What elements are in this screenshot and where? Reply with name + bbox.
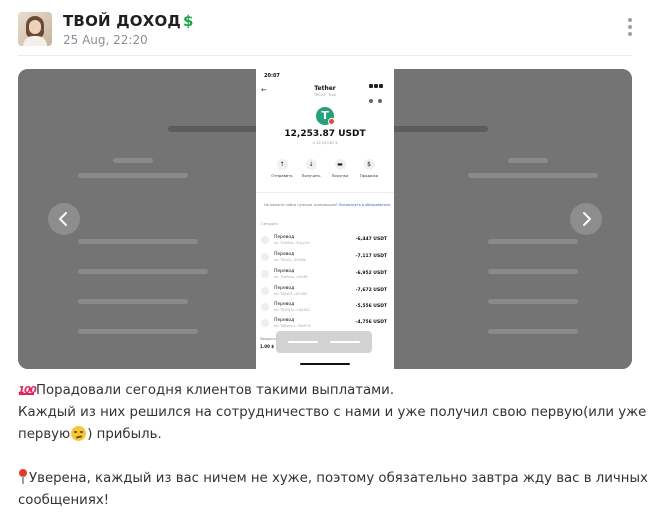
wallet-balance-fiat: ≈ 12,253.87 $: [312, 141, 338, 145]
transaction-label: Перевод: [274, 235, 295, 240]
transaction-address: на: TRvE93u...Hk4XZ2: [274, 308, 310, 312]
pushpin-icon: [18, 469, 28, 484]
transfer-icon: [261, 287, 269, 295]
transfer-icon: [261, 236, 269, 244]
transaction-amount: -5,556 USDT: [355, 304, 387, 309]
transfer-icon: [261, 270, 269, 278]
transaction-row: Перевод на: TRvE93u...Hk4XZ2 -5,556 USDT: [261, 302, 389, 316]
text-line-3-end: ) прибыль.: [87, 427, 162, 442]
phone-status-time: 20:07: [264, 73, 280, 79]
transaction-label: Перевод: [274, 252, 295, 257]
post-header: ТВОЙ ДОХОД $ 25 Aug, 22:20: [18, 12, 638, 50]
bottom-value: 1.00 $: [260, 344, 275, 349]
transaction-address: на: TFw9mq...Jn4hKE: [274, 275, 308, 279]
phone-status-icons: [368, 73, 386, 88]
send-label: Отправить: [271, 173, 293, 178]
transaction-amount: -6,447 USDT: [355, 237, 387, 242]
explorer-note-text: Не можете найти нужную транзакцию?: [264, 203, 338, 207]
send-action: ↑ Отправить: [268, 159, 296, 178]
text-spacer: [18, 446, 638, 468]
bottom-label: Закрыть: [260, 337, 277, 341]
text-line-3-start: первую: [18, 427, 71, 442]
wallet-balance: 12,253.87 USDT: [284, 129, 366, 139]
transaction-row: Перевод на: TFw9mq...Jn4hKE -6,952 USDT: [261, 269, 389, 283]
text-line-4: Уверена, каждый из вас ничем не хуже, по…: [18, 468, 648, 490]
wallet-subtitle: TRC20 · Tron: [314, 93, 336, 97]
arrow-up-icon: ↑: [276, 159, 288, 170]
text-line-5: сообщениях!: [18, 493, 110, 508]
transaction-row: Перевод на: TLtX9vd...5Qyv2m -6,447 USDT: [261, 235, 389, 249]
home-indicator: [300, 363, 350, 365]
previous-image-button[interactable]: [48, 203, 80, 235]
buy-action: ▬ Покупка: [326, 159, 354, 178]
transaction-address: на: TD4zE9...aPr2BG: [274, 292, 308, 296]
receive-action: ↓ Получить: [297, 159, 325, 178]
wallet-screenshot: 20:07 ← Tether TRC20 · Tron T 12,253.87 …: [256, 69, 394, 369]
transaction-amount: -4,756 USDT: [355, 320, 387, 325]
buy-label: Покупка: [331, 173, 349, 178]
chevron-left-icon: [59, 212, 67, 226]
transfer-icon: [261, 319, 269, 327]
smirk-face-icon: [71, 426, 87, 441]
transfer-icon: [261, 253, 269, 261]
transaction-address: на: TK8vmnu...ReNP7K: [274, 324, 311, 328]
dollar-icon: $: [182, 12, 194, 30]
transaction-row: Перевод на: TK8vmnu...ReNP7K -4,756 USDT: [261, 318, 389, 332]
text-line-1-content: Порадовали сегодня клиентов такими выпла…: [36, 383, 395, 398]
phone-divider: [256, 192, 394, 193]
text-line-4-content: Уверена, каждый из вас ничем не хуже, по…: [29, 471, 648, 486]
transfer-icon: [261, 303, 269, 311]
tron-badge-icon: [328, 118, 335, 125]
transaction-row: Перевод на: TD4zE9...aPr2BG -7,672 USDT: [261, 286, 389, 300]
text-line-2: Каждый из них решился на сотрудничество …: [18, 405, 651, 420]
sell-action: $ Продажа: [355, 159, 383, 178]
sell-label: Продажа: [359, 173, 379, 178]
explorer-link: Посмотреть в обозревателе: [338, 203, 391, 207]
transaction-label: Перевод: [274, 302, 295, 307]
transaction-address: на: TLtX9vd...5Qyv2m: [274, 241, 310, 245]
channel-post: ТВОЙ ДОХОД $ 25 Aug, 22:20 20:07 ← Tether: [0, 0, 651, 528]
header-divider: [18, 55, 632, 56]
wallet-actions: ↑ Отправить ↓ Получить ▬ Покупка $ Прода…: [266, 159, 384, 185]
dollar-circle-icon: $: [363, 159, 375, 170]
transaction-address: на: TRvy2j...8YzKAb: [274, 258, 306, 262]
chevron-right-icon: [583, 212, 591, 226]
hundred-points-icon: 100: [18, 385, 37, 396]
post-timestamp: 25 Aug, 22:20: [63, 33, 148, 47]
arrow-down-icon: ↓: [305, 159, 317, 170]
transaction-row: Перевод на: TRvy2j...8YzKAb -7,117 USDT: [261, 252, 389, 266]
text-line-3: первую ) прибыль.: [18, 424, 638, 446]
gallery-page-indicator: [276, 331, 372, 353]
more-options-icon[interactable]: [626, 18, 634, 40]
post-image-gallery[interactable]: 20:07 ← Tether TRC20 · Tron T 12,253.87 …: [18, 69, 632, 369]
transaction-amount: -7,672 USDT: [355, 288, 387, 293]
transaction-amount: -7,117 USDT: [355, 254, 387, 259]
next-image-button[interactable]: [570, 203, 602, 235]
receive-label: Получить: [301, 173, 321, 178]
explorer-note: Не можете найти нужную транзакцию? Посмо…: [264, 203, 391, 207]
channel-title[interactable]: ТВОЙ ДОХОД $: [63, 12, 194, 30]
transaction-label: Перевод: [274, 269, 295, 274]
post-text: 100 Порадовали сегодня клиентов такими вы…: [18, 380, 651, 512]
channel-avatar[interactable]: [18, 12, 52, 46]
card-icon: ▬: [334, 159, 346, 170]
transaction-amount: -6,952 USDT: [355, 271, 387, 276]
transaction-label: Перевод: [274, 286, 295, 291]
transaction-label: Перевод: [274, 318, 295, 323]
wallet-header-icons: [364, 88, 386, 103]
today-label: Сегодня: [261, 221, 278, 226]
channel-title-text: ТВОЙ ДОХОД: [63, 12, 181, 30]
text-line-1: 100 Порадовали сегодня клиентов такими вы…: [18, 380, 638, 402]
